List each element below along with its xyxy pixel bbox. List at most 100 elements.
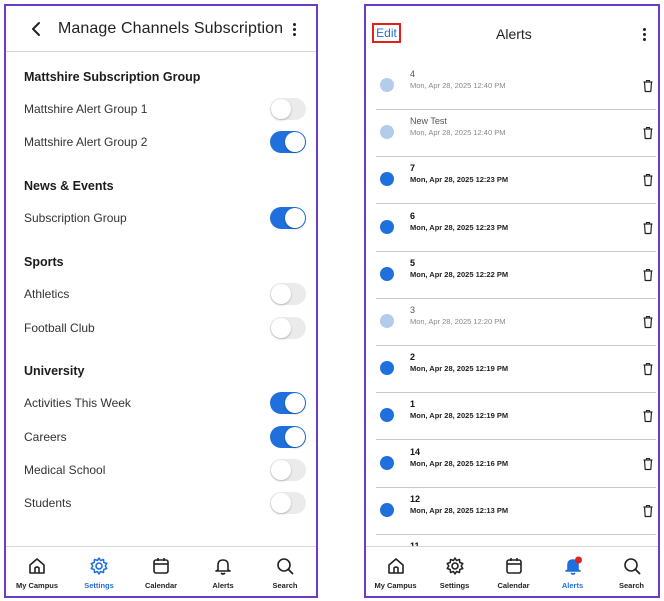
tab-my-campus[interactable]: My Campus: [366, 547, 425, 596]
alert-date: Mon, Apr 28, 2025 12:23 PM: [410, 175, 509, 185]
trash-icon[interactable]: [642, 126, 654, 140]
alert-date: Mon, Apr 28, 2025 12:20 PM: [410, 317, 506, 326]
alert-title: 6: [410, 210, 416, 221]
home-icon: [385, 555, 407, 577]
alert-row[interactable]: 4 Mon, Apr 28, 2025 12:40 PM: [376, 63, 656, 110]
tab-settings[interactable]: Settings: [425, 547, 484, 596]
unread-indicator-dot: [380, 502, 394, 517]
chevron-left-icon[interactable]: [26, 18, 46, 40]
tab-settings[interactable]: Settings: [68, 547, 130, 596]
alert-row[interactable]: 5 Mon, Apr 28, 2025 12:22 PM: [376, 252, 656, 299]
tab-label: Search: [618, 581, 645, 590]
tab-label: My Campus: [374, 581, 417, 590]
toggle-switch[interactable]: [270, 459, 306, 481]
alert-title: 5: [410, 257, 416, 268]
page-title: Manage Channels Subscription: [58, 20, 284, 37]
alert-date: Mon, Apr 28, 2025 12:16 PM: [410, 458, 509, 468]
edit-button[interactable]: Edit: [372, 23, 401, 43]
toggle-switch[interactable]: [270, 283, 306, 305]
alert-date: Mon, Apr 28, 2025 12:13 PM: [410, 505, 509, 515]
alert-title: 2: [410, 352, 416, 363]
alert-title: 14: [410, 446, 421, 457]
header-bar: Edit Alerts: [366, 6, 658, 56]
trash-icon[interactable]: [642, 409, 654, 423]
unread-indicator-dot: [380, 172, 394, 187]
tab-my-campus[interactable]: My Campus: [6, 547, 68, 596]
tab-label: Settings: [84, 581, 114, 590]
home-icon: [26, 555, 48, 577]
alert-title: 12: [410, 493, 421, 504]
alert-date: Mon, Apr 28, 2025 12:23 PM: [410, 222, 509, 232]
toggle-switch[interactable]: [270, 392, 306, 414]
search-icon: [274, 555, 296, 577]
tab-label: Alerts: [561, 581, 584, 590]
alert-title: 4: [410, 69, 416, 79]
row-label: Subscription Group: [24, 211, 127, 225]
tab-label: Calendar: [497, 581, 530, 590]
alert-row[interactable]: 3 Mon, Apr 28, 2025 12:20 PM: [376, 299, 656, 346]
row-label: Medical School: [24, 463, 106, 477]
tab-calendar[interactable]: Calendar: [130, 547, 192, 596]
toggle-switch[interactable]: [270, 426, 306, 448]
alert-row[interactable]: 1 Mon, Apr 28, 2025 12:19 PM: [376, 393, 656, 441]
alert-row[interactable]: New Test Mon, Apr 28, 2025 12:40 PM: [376, 110, 656, 158]
tab-search[interactable]: Search: [602, 547, 658, 596]
bottom-tab-bar: My Campus Settings Calendar Alerts Searc…: [6, 546, 316, 596]
tab-search[interactable]: Search: [254, 547, 316, 596]
toggle-switch[interactable]: [270, 207, 306, 229]
unread-indicator-dot: [380, 266, 394, 281]
trash-icon[interactable]: [642, 79, 654, 93]
tab-label: My Campus: [15, 581, 59, 590]
alert-date: Mon, Apr 28, 2025 12:19 PM: [410, 411, 509, 421]
section-title: University: [24, 364, 85, 378]
read-indicator-dot: [380, 125, 394, 140]
alert-row[interactable]: 6 Mon, Apr 28, 2025 12:23 PM: [376, 205, 656, 252]
trash-icon[interactable]: [642, 173, 654, 187]
tab-alerts[interactable]: Alerts: [192, 547, 254, 596]
toggle-switch[interactable]: [270, 317, 306, 339]
trash-icon[interactable]: [642, 457, 654, 471]
toggle-switch[interactable]: [270, 131, 306, 153]
trash-icon[interactable]: [642, 362, 654, 376]
tab-label: Alerts: [212, 581, 234, 590]
section-title: Sports: [24, 255, 64, 269]
trash-icon[interactable]: [642, 221, 654, 235]
tab-label: Calendar: [144, 581, 178, 590]
tab-calendar[interactable]: Calendar: [484, 547, 543, 596]
bell-with-badge-icon: [562, 555, 584, 577]
page-title: Alerts: [496, 26, 532, 42]
toggle-switch[interactable]: [270, 492, 306, 514]
row-label: Students: [24, 496, 72, 510]
read-indicator-dot: [380, 78, 394, 92]
kebab-menu-icon[interactable]: [288, 19, 300, 39]
subscription-screen: Manage Channels Subscription Mattshire S…: [4, 4, 318, 598]
calendar-icon: [150, 555, 172, 577]
alert-row[interactable]: 2 Mon, Apr 28, 2025 12:19 PM: [376, 346, 656, 394]
toggle-switch[interactable]: [270, 98, 306, 120]
alert-row[interactable]: 7 Mon, Apr 28, 2025 12:23 PM: [376, 157, 656, 205]
tab-alerts[interactable]: Alerts: [543, 547, 602, 596]
row-label: Athletics: [24, 287, 70, 301]
read-indicator-dot: [380, 314, 394, 328]
row-label: Careers: [24, 430, 67, 444]
trash-icon[interactable]: [642, 504, 654, 518]
alert-row[interactable]: 12 Mon, Apr 28, 2025 12:13 PM: [376, 488, 656, 535]
unread-indicator-dot: [380, 361, 394, 376]
row-label: Mattshire Alert Group 2: [24, 135, 148, 149]
row-label: Mattshire Alert Group 1: [24, 102, 148, 116]
kebab-menu-icon[interactable]: [638, 24, 650, 44]
row-label: Activities This Week: [24, 396, 131, 410]
alert-row[interactable]: 14 Mon, Apr 28, 2025 12:16 PM: [376, 441, 656, 488]
header-bar: Manage Channels Subscription: [6, 6, 316, 52]
trash-icon[interactable]: [642, 315, 654, 329]
alert-title: 7: [410, 163, 416, 174]
alert-title: New Test: [410, 116, 447, 127]
alert-title: 1: [410, 399, 416, 410]
trash-icon[interactable]: [642, 268, 654, 282]
gear-icon: [444, 555, 466, 577]
tab-label: Settings: [439, 581, 470, 590]
alert-title: 3: [410, 305, 416, 315]
unread-indicator-dot: [380, 219, 394, 234]
alerts-screen: Edit Alerts 4 Mon, Apr 28, 2025 12:40 PM N…: [364, 4, 660, 598]
search-icon: [621, 555, 643, 577]
